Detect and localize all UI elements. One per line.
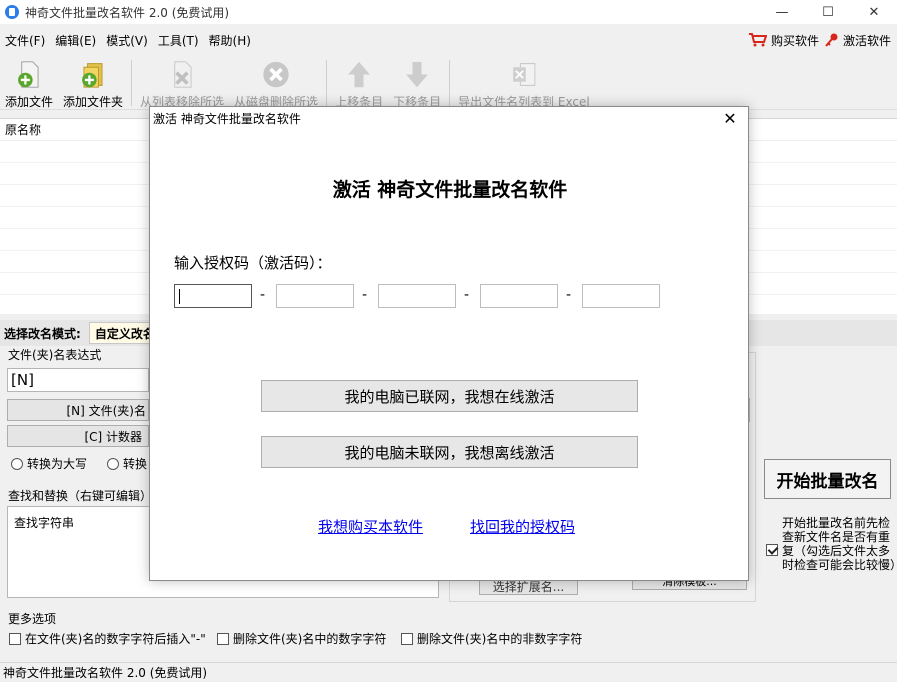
online-activate-button[interactable]: 我的电脑已联网，我想在线激活 <box>261 380 638 412</box>
key-icon <box>825 33 838 47</box>
dialog-heading: 激活 神奇文件批量改名软件 <box>332 179 568 201</box>
app-icon <box>5 5 19 19</box>
move-down-button[interactable]: 下移条目 <box>388 56 446 110</box>
toolbar-separator <box>326 60 328 106</box>
option-delete-digits[interactable]: 删除文件(夹)名中的数字字符 <box>217 630 386 647</box>
status-text: 神奇文件批量改名软件 2.0 (免费试用) <box>3 666 208 680</box>
menu-mode[interactable]: 模式(V) <box>101 32 153 49</box>
move-up-button[interactable]: 上移条目 <box>330 56 388 110</box>
recover-code-link[interactable]: 找回我的授权码 <box>470 516 575 537</box>
check-duplicates-option[interactable]: 开始批量改名前先检查新文件名是否有重复（勾选后文件太多时检查可能会比较慢） <box>766 516 897 572</box>
check-duplicates-label: 开始批量改名前先检查新文件名是否有重复（勾选后文件太多时检查可能会比较慢） <box>782 516 897 572</box>
toolbar: 添加文件 添加文件夹 从列表移除所选 从磁盘删除所选 上移条目 下移条目 导出文… <box>0 56 897 110</box>
delete-circle-icon <box>263 61 289 88</box>
option-insert-dash-checkbox[interactable] <box>9 633 21 645</box>
option-insert-dash[interactable]: 在文件(夹)名的数字字符后插入"-" <box>9 630 206 647</box>
option-delete-digits-label: 删除文件(夹)名中的数字字符 <box>233 632 387 646</box>
radio-circle <box>11 458 23 470</box>
insert-counter-label: [C] 计数器 <box>84 429 142 444</box>
add-folder-label: 添加文件夹 <box>63 95 124 109</box>
dialog-title: 激活 神奇文件批量改名软件 <box>153 112 301 126</box>
option-delete-nondigits-label: 删除文件(夹)名中的非数字字符 <box>417 632 583 646</box>
dialog-close-button[interactable]: ✕ <box>720 109 740 128</box>
remove-file-icon <box>174 61 192 88</box>
menu-edit[interactable]: 编辑(E) <box>50 32 101 49</box>
more-options-title: 更多选项 <box>8 612 57 626</box>
title-bar: 神奇文件批量改名软件 2.0 (免费试用) — ☐ ✕ <box>0 0 897 24</box>
mode-label: 选择改名模式: <box>4 326 81 341</box>
menu-file[interactable]: 文件(F) <box>0 32 50 49</box>
add-folder-button[interactable]: 添加文件夹 <box>58 56 128 110</box>
code-field-4[interactable] <box>480 284 558 308</box>
insert-name-button[interactable]: [N] 文件(夹)名 <box>7 399 149 421</box>
add-file-label: 添加文件 <box>5 95 54 109</box>
radio-circle <box>107 458 119 470</box>
menu-help[interactable]: 帮助(H) <box>204 32 256 49</box>
radio-uppercase-label: 转换为大写 <box>27 457 88 471</box>
status-bar: 神奇文件批量改名软件 2.0 (免费试用) <box>0 662 897 682</box>
menu-right: 购买软件 激活软件 <box>748 28 897 52</box>
expression-value: [N] <box>11 371 34 389</box>
arrow-up-icon <box>348 61 370 88</box>
insert-counter-button[interactable]: [C] 计数器 <box>7 425 149 447</box>
check-duplicates-checkbox[interactable] <box>766 544 778 556</box>
activate-software-link[interactable]: 激活软件 <box>825 32 891 49</box>
online-activate-label: 我的电脑已联网，我想在线激活 <box>344 387 555 406</box>
option-insert-dash-label: 在文件(夹)名的数字字符后插入"-" <box>25 632 206 646</box>
option-delete-nondigits-checkbox[interactable] <box>401 633 413 645</box>
minimize-button[interactable]: — <box>759 0 805 24</box>
code-field-1[interactable] <box>174 284 252 308</box>
window-title: 神奇文件批量改名软件 2.0 (免费试用) <box>25 5 230 20</box>
export-excel-button[interactable]: 导出文件名列表到 Excel <box>453 56 595 110</box>
toolbar-separator <box>449 60 451 106</box>
code-field-3[interactable] <box>378 284 456 308</box>
excel-icon <box>513 63 536 86</box>
find-string-column: 查找字符串 <box>14 516 75 530</box>
activation-dialog: 激活 神奇文件批量改名软件 ✕ 激活 神奇文件批量改名软件 输入授权码（激活码）… <box>149 106 749 581</box>
arrow-down-icon <box>406 61 428 88</box>
dash-separator: - <box>362 287 368 303</box>
offline-activate-button[interactable]: 我的电脑未联网，我想离线激活 <box>261 436 638 468</box>
code-label: 输入授权码（激活码）： <box>174 254 332 272</box>
add-folder-icon <box>82 63 103 88</box>
radio-uppercase[interactable]: 转换为大写 <box>11 455 87 472</box>
offline-activate-label: 我的电脑未联网，我想离线激活 <box>344 443 555 462</box>
dash-separator: - <box>566 287 572 303</box>
menu-tools[interactable]: 工具(T) <box>153 32 204 49</box>
text-caret <box>179 289 180 304</box>
find-replace-title: 查找和替换（右键可编辑） <box>8 489 153 503</box>
window-controls: — ☐ ✕ <box>759 0 897 24</box>
code-field-5[interactable] <box>582 284 660 308</box>
add-file-button[interactable]: 添加文件 <box>0 56 58 110</box>
radio-convert-label: 转换 <box>123 457 148 471</box>
option-delete-digits-checkbox[interactable] <box>217 633 229 645</box>
original-name-column: 原名称 <box>5 123 42 137</box>
cart-icon <box>748 33 767 47</box>
code-field-2[interactable] <box>276 284 354 308</box>
toolbar-separator <box>131 60 133 106</box>
menu-bar: 文件(F) 编辑(E) 模式(V) 工具(T) 帮助(H) 购买软件 激活软件 <box>0 28 897 52</box>
option-delete-nondigits[interactable]: 删除文件(夹)名中的非数字字符 <box>401 630 582 647</box>
start-rename-button[interactable]: 开始批量改名 <box>764 459 891 499</box>
remove-from-list-button[interactable]: 从列表移除所选 <box>135 56 229 110</box>
close-button[interactable]: ✕ <box>851 0 897 24</box>
activate-software-label: 激活软件 <box>842 33 891 48</box>
radio-convert[interactable]: 转换 <box>107 455 147 472</box>
insert-name-label: [N] 文件(夹)名 <box>66 403 146 418</box>
expression-group-title: 文件(夹)名表达式 <box>8 348 102 362</box>
buy-software-label: 购买软件 <box>770 33 819 48</box>
maximize-button[interactable]: ☐ <box>805 0 851 24</box>
start-rename-label: 开始批量改名 <box>776 471 879 492</box>
expression-input[interactable]: [N] <box>7 368 149 392</box>
dash-separator: - <box>260 287 266 303</box>
buy-software-link[interactable]: 购买软件 <box>748 32 819 49</box>
dash-separator: - <box>464 287 470 303</box>
buy-software-dialog-link[interactable]: 我想购买本软件 <box>318 516 423 537</box>
add-file-icon <box>18 61 39 88</box>
delete-from-disk-button[interactable]: 从磁盘删除所选 <box>229 56 323 110</box>
